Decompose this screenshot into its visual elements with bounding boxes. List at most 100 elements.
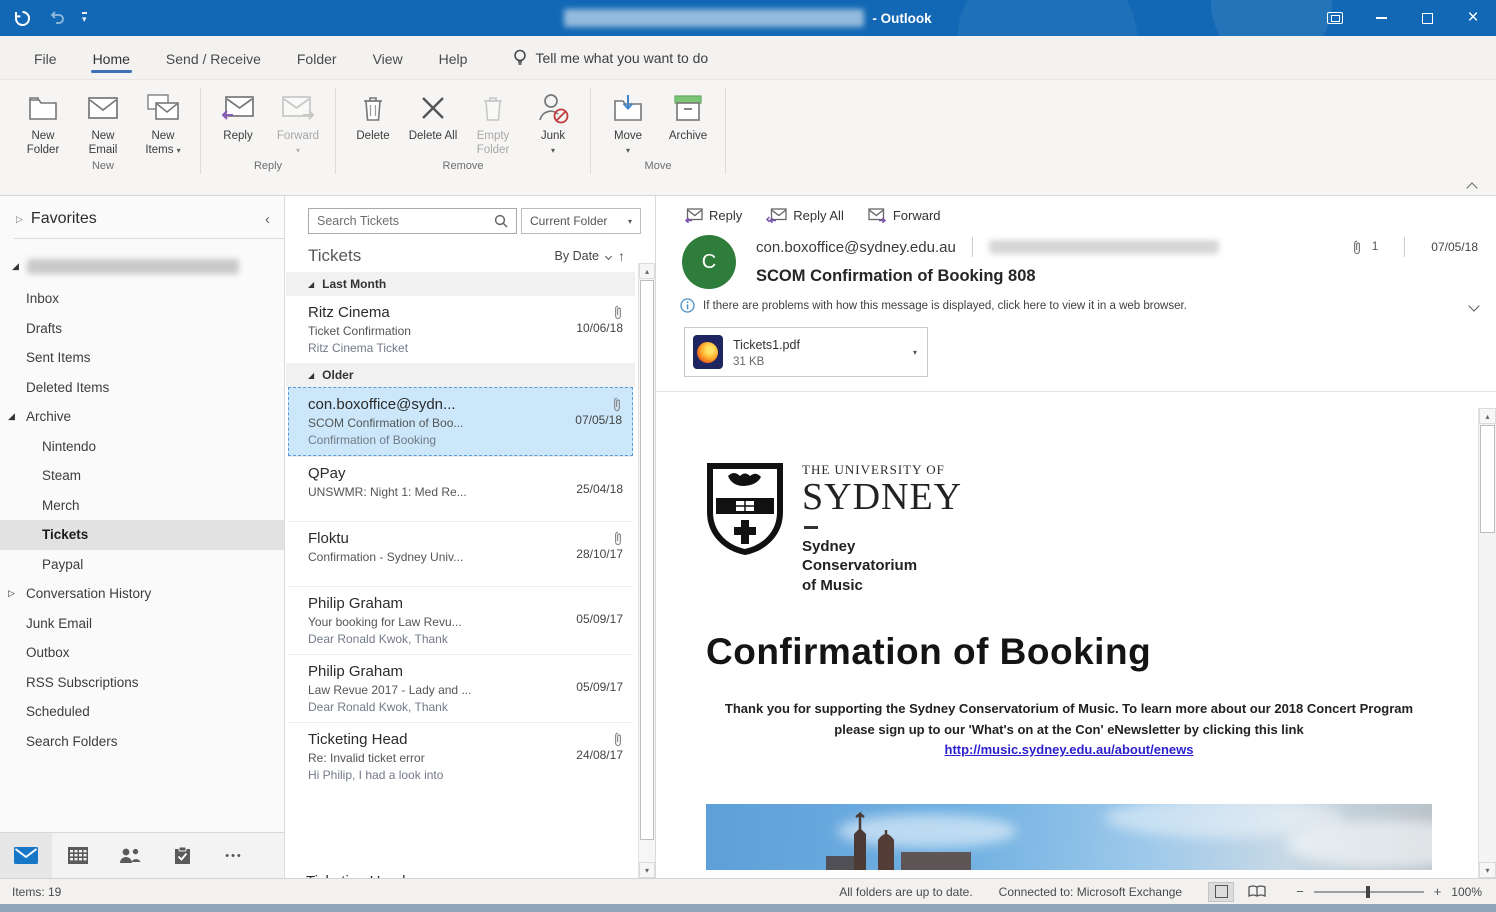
search-scope-dropdown[interactable]: Current Folder ▾ [521, 208, 641, 234]
undo-icon[interactable] [49, 11, 64, 25]
folder-merch[interactable]: Merch [0, 491, 284, 521]
folder-tickets[interactable]: Tickets [0, 520, 284, 550]
send-receive-icon[interactable] [14, 10, 31, 27]
folder-conversation-history[interactable]: ▷Conversation History [0, 579, 284, 609]
forward-icon [868, 208, 887, 223]
zoom-slider[interactable] [1314, 891, 1424, 893]
tab-file[interactable]: File [18, 41, 73, 75]
folder-deleted-items[interactable]: Deleted Items [0, 373, 284, 403]
empty-folder-button[interactable]: Empty Folder [466, 86, 520, 158]
minimize-folder-pane-icon[interactable]: ‹ [265, 211, 270, 228]
maximize-button[interactable] [1404, 0, 1450, 36]
search-icon[interactable] [494, 214, 508, 228]
tab-view[interactable]: View [357, 41, 419, 75]
nav-more-button[interactable]: ••• [208, 833, 260, 878]
reply-action-button[interactable]: Reply [684, 208, 742, 223]
mail-item-ticketing-head-1[interactable]: Ticketing Head Re: Invalid ticket error … [288, 722, 633, 790]
folder-steam[interactable]: Steam [0, 461, 284, 491]
message-list-scrollbar[interactable]: ▴ ▾ [638, 263, 655, 878]
folder-sent-items[interactable]: Sent Items [0, 343, 284, 373]
scrollbar-thumb[interactable] [1480, 425, 1495, 533]
scroll-down-icon[interactable]: ▾ [1479, 862, 1496, 878]
zoom-out-button[interactable]: − [1296, 884, 1304, 899]
forward-action-button[interactable]: Forward [868, 208, 941, 223]
folder-outbox[interactable]: Outbox [0, 638, 284, 668]
collapsed-triangle-icon[interactable]: ▷ [16, 214, 23, 225]
nav-people-button[interactable] [104, 833, 156, 878]
move-button[interactable]: Move▾ [601, 86, 655, 158]
expand-header-chevron-icon[interactable] [1468, 300, 1479, 311]
dropdown-caret-icon: ▾ [626, 146, 630, 155]
zoom-in-button[interactable]: + [1434, 884, 1442, 899]
attachment-dropdown-icon[interactable]: ▾ [913, 348, 917, 357]
enews-link[interactable]: http://music.sydney.edu.au/about/enews [945, 742, 1194, 757]
folder-archive[interactable]: ◢Archive [0, 402, 284, 432]
message-date: 07/05/18 [1431, 240, 1478, 254]
sort-direction-icon[interactable]: ↑ [618, 248, 625, 264]
collapsed-triangle-icon[interactable]: ▷ [8, 588, 15, 599]
nav-mail-button[interactable] [0, 833, 52, 878]
folder-drafts[interactable]: Drafts [0, 314, 284, 344]
folder-scheduled[interactable]: Scheduled [0, 697, 284, 727]
ribbon-separator [725, 88, 726, 174]
nav-tasks-button[interactable] [156, 833, 208, 878]
reading-view-button[interactable] [1244, 882, 1270, 902]
nav-calendar-button[interactable] [52, 833, 104, 878]
mail-item-ritz-cinema[interactable]: Ritz Cinema Ticket Confirmation Ritz Cin… [288, 296, 633, 363]
folder-search-folders[interactable]: Search Folders [0, 727, 284, 757]
expanded-triangle-icon[interactable]: ◢ [8, 411, 15, 422]
mail-item-philip-graham-2[interactable]: Philip Graham Law Revue 2017 - Lady and … [288, 654, 633, 722]
group-header-last-month[interactable]: ◢ Last Month [286, 272, 635, 296]
normal-view-button[interactable] [1208, 882, 1234, 902]
folder-rss-subscriptions[interactable]: RSS Subscriptions [0, 668, 284, 698]
mail-item-philip-graham-1[interactable]: Philip Graham Your booking for Law Revu.… [288, 586, 633, 654]
divider [656, 391, 1496, 392]
tab-folder[interactable]: Folder [281, 41, 353, 75]
expanded-triangle-icon[interactable]: ◢ [12, 261, 19, 272]
new-items-button[interactable]: New Items ▾ [136, 86, 190, 158]
reply-all-action-button[interactable]: Reply All [766, 208, 844, 223]
delete-button[interactable]: Delete [346, 86, 400, 143]
tab-home[interactable]: Home [77, 41, 146, 75]
forward-button[interactable]: Forward▾ [271, 86, 325, 158]
account-row[interactable]: ◢ [0, 239, 284, 284]
ribbon-display-options-button[interactable] [1312, 0, 1358, 36]
attachment-chip[interactable]: Tickets1.pdf 31 KB ▾ [684, 327, 928, 377]
customize-toolbar-icon[interactable]: ▾ [82, 12, 87, 24]
reply-button[interactable]: Reply [211, 86, 265, 143]
minimize-button[interactable] [1358, 0, 1404, 36]
archive-button[interactable]: Archive [661, 86, 715, 143]
new-folder-button[interactable]: New Folder [16, 86, 70, 158]
mail-item-ticketing-head-2[interactable]: Ticketing Head [286, 867, 638, 878]
scroll-up-icon[interactable]: ▴ [1479, 408, 1496, 424]
search-input[interactable]: Search Tickets [308, 208, 517, 234]
group-header-older[interactable]: ◢ Older [286, 363, 635, 387]
mail-item-qpay[interactable]: QPay UNSWMR: Night 1: Med Re... 25/04/18 [288, 456, 633, 521]
folder-junk-email[interactable]: Junk Email [0, 609, 284, 639]
close-button[interactable]: × [1450, 0, 1496, 36]
folder-inbox[interactable]: Inbox [0, 284, 284, 314]
tab-help[interactable]: Help [423, 41, 484, 75]
scroll-up-icon[interactable]: ▴ [639, 263, 655, 279]
sort-dropdown[interactable]: By Date ↑ [555, 248, 625, 264]
tell-me-box[interactable]: Tell me what you want to do [513, 49, 708, 67]
mail-item-floktu[interactable]: Floktu Confirmation - Sydney Univ... 28/… [288, 521, 633, 586]
from-address[interactable]: con.boxoffice@sydney.edu.au [756, 239, 956, 256]
folder-paypal[interactable]: Paypal [0, 550, 284, 580]
scroll-down-icon[interactable]: ▾ [639, 862, 655, 878]
ribbon: New Folder New Email New Items ▾ [0, 80, 1496, 196]
tab-send-receive[interactable]: Send / Receive [150, 41, 277, 75]
zoom-level[interactable]: 100% [1451, 885, 1482, 899]
sender-avatar[interactable]: C [682, 235, 736, 289]
delete-all-button[interactable]: Delete All [406, 86, 460, 143]
mail-item-con-boxoffice[interactable]: con.boxoffice@sydn... SCOM Confirmation … [288, 387, 633, 456]
collapse-ribbon-button[interactable] [1468, 179, 1480, 187]
reading-pane-scrollbar[interactable]: ▴ ▾ [1478, 408, 1496, 878]
scrollbar-thumb[interactable] [640, 280, 654, 840]
new-email-button[interactable]: New Email [76, 86, 130, 158]
favorites-header[interactable]: ▷ Favorites ‹ [0, 196, 284, 238]
zoom-slider-thumb[interactable] [1366, 886, 1370, 898]
junk-button[interactable]: Junk▾ [526, 86, 580, 158]
display-problem-banner[interactable]: If there are problems with how this mess… [680, 298, 1478, 313]
folder-nintendo[interactable]: Nintendo [0, 432, 284, 462]
